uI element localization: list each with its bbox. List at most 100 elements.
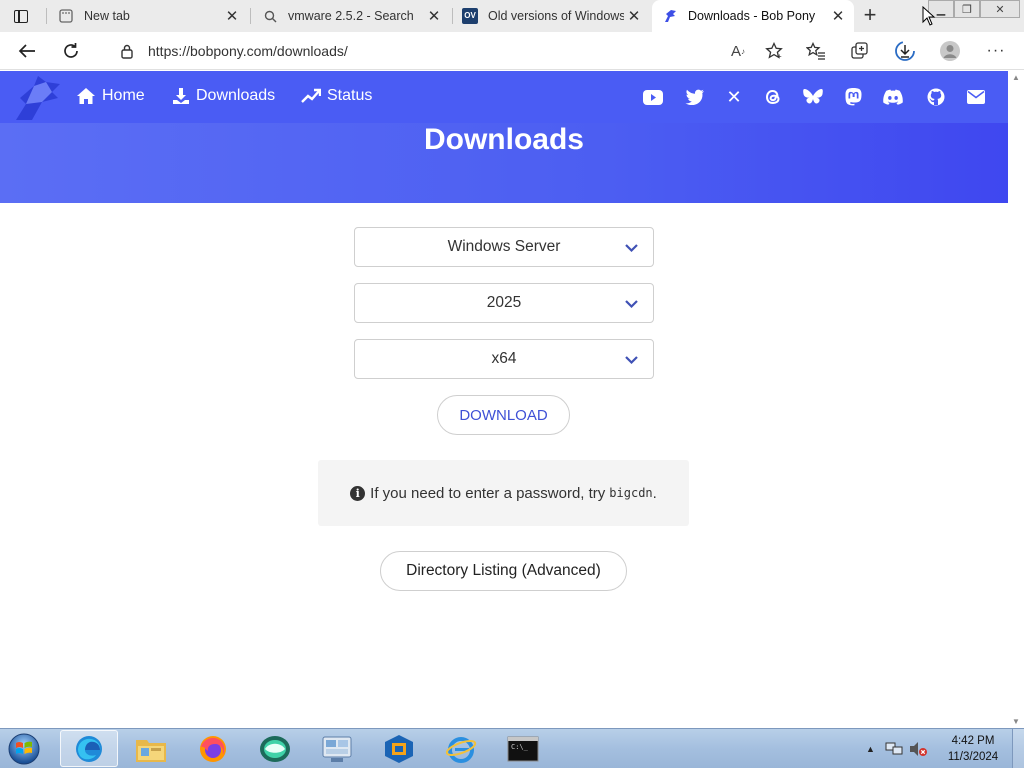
nav-downloads-label: Downloads (196, 87, 276, 104)
tab-strip: New tab ✕ vmware 2.5.2 - Search ✕ OV Old… (0, 0, 1024, 32)
note-end: . (652, 484, 657, 502)
home-icon (77, 88, 95, 104)
tab-separator (250, 8, 251, 24)
download-icon (173, 88, 189, 104)
bobpony-icon (662, 8, 678, 24)
product-select-value: Windows Server (447, 238, 561, 255)
tab-title: vmware 2.5.2 - Search (288, 9, 414, 23)
ie-icon (445, 736, 477, 763)
chevron-down-icon (625, 244, 638, 253)
clock[interactable]: 4:42 PM 11/3/2024 (940, 733, 1006, 765)
window-controls: ▁ ❐ ✕ (928, 0, 1020, 18)
nav-downloads[interactable]: Downloads (172, 87, 275, 105)
tab-new-tab[interactable]: New tab ✕ (48, 0, 248, 32)
vertical-scrollbar[interactable]: ▲ ▼ (1008, 71, 1024, 728)
scroll-up-icon[interactable]: ▲ (1012, 73, 1020, 82)
tray-expand-icon[interactable]: ▲ (866, 744, 875, 754)
taskbar-cmd[interactable]: C:\_ (494, 730, 552, 767)
tab-actions-icon[interactable] (12, 7, 30, 25)
explorer-icon (136, 739, 166, 762)
show-desktop-button[interactable] (1012, 729, 1024, 768)
page-title: Downloads (423, 123, 584, 156)
taskbar-firefox[interactable] (184, 730, 242, 767)
chevron-down-icon (625, 356, 638, 365)
email-icon[interactable] (966, 87, 986, 107)
taskbar-virtualbox[interactable] (370, 730, 428, 767)
collections-icon[interactable] (847, 39, 873, 63)
tab-downloads-bob-pony[interactable]: Downloads - Bob Pony ✕ (652, 0, 854, 32)
svg-text:C:\_: C:\_ (511, 743, 529, 751)
app-icon (260, 735, 290, 762)
system-tray: ▲ (866, 729, 927, 768)
taskbar-explorer[interactable] (122, 730, 180, 767)
profile-avatar-icon[interactable] (937, 39, 963, 63)
favorites-icon[interactable] (803, 39, 829, 63)
trend-icon (301, 88, 321, 103)
download-button[interactable]: DOWNLOAD (437, 395, 570, 435)
architecture-select[interactable]: x64 (354, 339, 654, 379)
window-close-button[interactable]: ✕ (980, 0, 1020, 18)
x-icon[interactable]: ✕ (724, 87, 744, 107)
close-icon[interactable]: ✕ (424, 6, 444, 26)
maximize-button[interactable]: ❐ (954, 0, 980, 18)
clock-date: 11/3/2024 (947, 751, 999, 763)
nav-home[interactable]: Home (76, 87, 145, 105)
github-icon[interactable] (926, 87, 946, 107)
add-favorite-icon[interactable]: + (756, 42, 792, 60)
edge-icon (76, 735, 102, 762)
cursor-icon (922, 6, 936, 26)
volume-muted-icon[interactable] (909, 741, 927, 757)
architecture-select-value: x64 (491, 350, 517, 367)
read-aloud-icon[interactable]: A ♪ (720, 43, 756, 60)
back-button[interactable] (14, 39, 40, 63)
chevron-down-icon (625, 300, 638, 309)
discord-icon[interactable] (883, 87, 903, 107)
start-button[interactable] (6, 732, 42, 766)
version-select-value: 2025 (486, 294, 522, 311)
bluesky-icon[interactable] (803, 87, 823, 107)
more-menu-icon[interactable]: ··· (983, 39, 1009, 63)
mastodon-icon[interactable] (843, 87, 863, 107)
network-icon[interactable] (885, 741, 903, 757)
refresh-icon (64, 43, 78, 58)
nav-home-label: Home (102, 87, 145, 104)
taskbar-ie[interactable] (432, 730, 490, 767)
password-note: i If you need to enter a password, try b… (318, 460, 689, 526)
threads-icon[interactable] (763, 87, 783, 107)
youtube-icon[interactable] (643, 87, 663, 107)
twitter-icon[interactable] (684, 87, 704, 107)
directory-listing-button[interactable]: Directory Listing (Advanced) (380, 551, 627, 591)
cmd-icon: C:\_ (507, 736, 539, 761)
nav-status[interactable]: Status (301, 87, 372, 105)
taskbar-edge[interactable] (60, 730, 118, 767)
info-icon: i (350, 485, 366, 501)
new-tab-button[interactable]: + (858, 4, 882, 28)
close-icon[interactable]: ✕ (222, 6, 242, 26)
vmware-icon (322, 736, 352, 762)
refresh-button[interactable] (58, 39, 84, 63)
url-field[interactable]: https://bobpony.com/downloads/ A ♪ + (102, 36, 792, 66)
tab-old-versions[interactable]: OV Old versions of Windows ✕ (452, 0, 650, 32)
taskbar-app[interactable] (246, 730, 304, 767)
taskbar: C:\_ ▲ 4:42 PM 11/3/2024 (0, 728, 1024, 768)
tab-vmware-search[interactable]: vmware 2.5.2 - Search ✕ (252, 0, 450, 32)
product-select[interactable]: Windows Server (354, 227, 654, 267)
scroll-down-icon[interactable]: ▼ (1012, 717, 1020, 726)
svg-text:+: + (777, 52, 782, 60)
address-bar-row: https://bobpony.com/downloads/ A ♪ + ··· (0, 32, 1024, 70)
taskbar-vmware[interactable] (308, 730, 366, 767)
close-icon[interactable]: ✕ (624, 6, 644, 26)
close-icon[interactable]: ✕ (828, 6, 848, 26)
ov-icon: OV (462, 8, 478, 24)
note-text: If you need to enter a password, try (370, 484, 606, 502)
lock-icon (116, 44, 138, 59)
search-icon (262, 8, 278, 24)
tab-title: New tab (84, 9, 130, 23)
back-arrow-icon (18, 44, 35, 58)
newtab-icon (58, 8, 74, 24)
version-select[interactable]: 2025 (354, 283, 654, 323)
bobpony-logo[interactable] (12, 74, 62, 122)
note-password-code: bigcdn (609, 486, 653, 500)
downloads-icon[interactable] (892, 39, 918, 63)
tab-separator (46, 8, 47, 24)
